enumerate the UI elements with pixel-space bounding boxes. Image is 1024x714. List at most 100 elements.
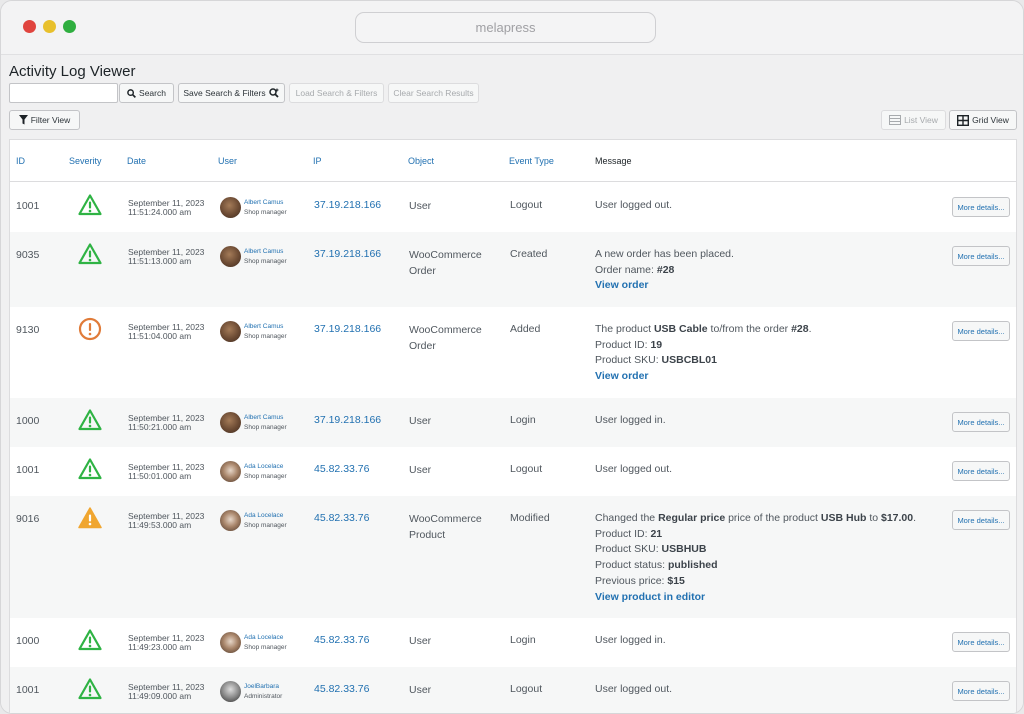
load-search-label: Load Search & Filters bbox=[295, 88, 378, 98]
warning-filled-icon bbox=[78, 507, 102, 529]
activity-log-table: ID Severity Date User IP Object Event Ty… bbox=[9, 139, 1017, 713]
ip-link[interactable]: 37.19.218.166 bbox=[314, 414, 381, 426]
avatar bbox=[220, 632, 241, 653]
ip-link[interactable]: 45.82.33.76 bbox=[314, 683, 369, 695]
user-name-link[interactable]: Albert Camus bbox=[244, 414, 283, 422]
row-object: WooCommerce bbox=[409, 249, 482, 261]
message-text: Product ID: bbox=[595, 527, 651, 540]
save-search-icon bbox=[268, 88, 279, 98]
row-object: User bbox=[409, 415, 432, 427]
ip-link[interactable]: 37.19.218.166 bbox=[314, 323, 381, 335]
row-object: WooCommerce bbox=[409, 324, 482, 336]
column-header-date[interactable]: Date bbox=[127, 156, 146, 166]
more-details-button[interactable]: More details... bbox=[952, 246, 1010, 266]
list-view-button[interactable]: List View bbox=[881, 110, 946, 130]
row-time: 11:49:23.000 am bbox=[128, 642, 192, 652]
user-name-link[interactable]: Albert Camus bbox=[244, 323, 283, 331]
more-details-button[interactable]: More details... bbox=[952, 632, 1010, 652]
more-details-button[interactable]: More details... bbox=[952, 321, 1010, 341]
clear-search-label: Clear Search Results bbox=[393, 88, 474, 98]
row-object: User bbox=[409, 200, 432, 212]
user-name-link[interactable]: JoelBarbara bbox=[244, 683, 279, 691]
column-header-ip[interactable]: IP bbox=[313, 156, 322, 166]
avatar bbox=[220, 246, 241, 267]
message-text: Product SKU: bbox=[595, 543, 662, 556]
product-status-value: published bbox=[667, 559, 718, 572]
column-header-user[interactable]: User bbox=[218, 156, 237, 166]
user-name-link[interactable]: Ada Locelace bbox=[244, 634, 283, 642]
user-name-link[interactable]: Albert Camus bbox=[244, 199, 283, 207]
row-object: WooCommerce bbox=[409, 513, 482, 525]
view-order-link[interactable]: View order bbox=[595, 369, 945, 385]
grid-view-icon bbox=[957, 114, 970, 126]
column-header-event-type[interactable]: Event Type bbox=[509, 156, 554, 166]
user-role: Shop manager bbox=[244, 424, 287, 431]
table-row: 9016 September 11, 2023 11:49:53.000 am … bbox=[10, 496, 1016, 618]
table-header: ID Severity Date User IP Object Event Ty… bbox=[10, 140, 1016, 182]
row-time: 11:49:09.000 am bbox=[128, 691, 192, 701]
row-id: 9130 bbox=[16, 324, 40, 336]
ip-link[interactable]: 45.82.33.76 bbox=[314, 463, 369, 475]
table-row: 1000 September 11, 2023 11:49:23.000 am … bbox=[10, 618, 1016, 667]
row-event-type: Added bbox=[510, 323, 541, 335]
message-text: User logged in. bbox=[595, 634, 666, 646]
ip-link[interactable]: 45.82.33.76 bbox=[314, 512, 369, 524]
more-details-button[interactable]: More details... bbox=[952, 510, 1010, 530]
ip-link[interactable]: 37.19.218.166 bbox=[314, 248, 381, 260]
user-name-link[interactable]: Ada Locelace bbox=[244, 512, 283, 520]
table-row: 1001 September 11, 2023 11:51:24.000 am … bbox=[10, 183, 1016, 232]
column-header-id[interactable]: ID bbox=[16, 156, 25, 166]
more-details-button[interactable]: More details... bbox=[952, 461, 1010, 481]
avatar bbox=[220, 681, 241, 702]
minimize-window-button[interactable] bbox=[43, 20, 56, 33]
address-bar[interactable]: melapress bbox=[355, 12, 656, 43]
table-row: 1001 September 11, 2023 11:50:01.000 am … bbox=[10, 447, 1016, 496]
close-window-button[interactable] bbox=[23, 20, 36, 33]
more-details-button[interactable]: More details... bbox=[952, 197, 1010, 217]
maximize-window-button[interactable] bbox=[63, 20, 76, 33]
product-id-value: 21 bbox=[650, 527, 663, 540]
search-input[interactable] bbox=[9, 83, 118, 103]
avatar bbox=[220, 510, 241, 531]
more-details-button[interactable]: More details... bbox=[952, 681, 1010, 701]
grid-view-button[interactable]: Grid View bbox=[949, 110, 1017, 130]
row-object: User bbox=[409, 684, 432, 696]
table-row: 9035 September 11, 2023 11:51:13.000 am … bbox=[10, 232, 1016, 307]
product-sku-value: USBHUB bbox=[661, 543, 707, 556]
column-header-severity[interactable]: Severity bbox=[69, 156, 102, 166]
user-name-link[interactable]: Ada Locelace bbox=[244, 463, 283, 471]
table-row: 1000 September 11, 2023 11:50:21.000 am … bbox=[10, 398, 1016, 447]
user-role: Shop manager bbox=[244, 333, 287, 340]
view-product-link[interactable]: View product in editor bbox=[595, 590, 940, 606]
message-text: . bbox=[913, 512, 917, 524]
ip-link[interactable]: 37.19.218.166 bbox=[314, 199, 381, 211]
order-name-value: #28 bbox=[791, 323, 809, 335]
list-view-label: List View bbox=[904, 115, 938, 125]
avatar bbox=[220, 461, 241, 482]
view-order-link[interactable]: View order bbox=[595, 278, 945, 294]
search-button[interactable]: Search bbox=[119, 83, 174, 103]
filter-view-button[interactable]: Filter View bbox=[9, 110, 80, 130]
row-time: 11:49:53.000 am bbox=[128, 520, 192, 530]
row-message: User logged in. bbox=[595, 633, 945, 649]
warning-triangle-icon bbox=[78, 194, 102, 216]
more-details-button[interactable]: More details... bbox=[952, 412, 1010, 432]
message-text: The product bbox=[595, 323, 654, 335]
row-id: 9035 bbox=[16, 249, 40, 261]
user-role: Administrator bbox=[244, 693, 283, 700]
row-message: Changed the Regular price price of the p… bbox=[595, 511, 940, 605]
user-name-link[interactable]: Albert Camus bbox=[244, 248, 283, 256]
column-header-object[interactable]: Object bbox=[408, 156, 434, 166]
message-text: Previous price: bbox=[595, 574, 668, 587]
filter-icon bbox=[18, 115, 28, 125]
row-message: A new order has been placed. Order name:… bbox=[595, 247, 945, 294]
ip-link[interactable]: 45.82.33.76 bbox=[314, 634, 369, 646]
user-role: Shop manager bbox=[244, 258, 287, 265]
user-role: Shop manager bbox=[244, 473, 287, 480]
message-text: User logged out. bbox=[595, 683, 673, 695]
save-search-button[interactable]: Save Search & Filters bbox=[178, 83, 285, 103]
clear-search-button[interactable]: Clear Search Results bbox=[388, 83, 479, 103]
message-text: Product SKU: bbox=[595, 354, 662, 367]
row-time: 11:51:04.000 am bbox=[128, 331, 192, 341]
load-search-button[interactable]: Load Search & Filters bbox=[289, 83, 384, 103]
